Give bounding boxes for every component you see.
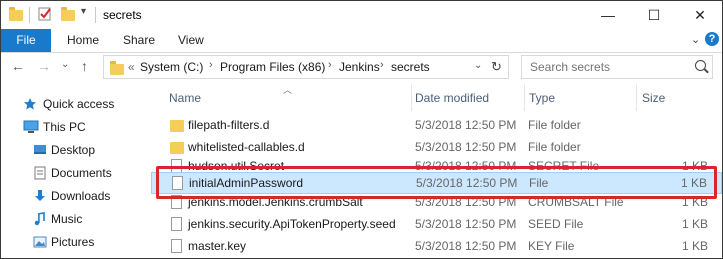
- file-row[interactable]: master.key 5/3/2018 12:50 PM KEY File 1 …: [151, 235, 722, 257]
- chevron-right-icon[interactable]: ›: [209, 59, 213, 71]
- tab-home[interactable]: Home: [67, 29, 99, 52]
- divider: [29, 7, 30, 23]
- nav-item-quick-access[interactable]: Quick access: [1, 93, 151, 115]
- chevron-down-icon[interactable]: ⌄: [474, 60, 482, 71]
- close-button[interactable]: ✕: [677, 1, 722, 29]
- chevron-right-icon[interactable]: ›: [328, 59, 332, 71]
- nav-item-desktop[interactable]: Desktop: [1, 139, 151, 161]
- star-icon: [23, 97, 37, 111]
- file-type: SEED File: [528, 217, 584, 231]
- maximize-button[interactable]: ☐: [631, 1, 677, 29]
- file-name: jenkins.security.ApiTokenProperty.seed: [188, 217, 396, 231]
- folder-icon: [170, 142, 184, 154]
- file-type: KEY File: [528, 239, 575, 253]
- help-icon[interactable]: ?: [705, 32, 719, 46]
- address-bar[interactable]: « System (C:) › Program Files (x86) › Je…: [103, 55, 509, 79]
- computer-icon: [23, 120, 39, 134]
- chevron-down-icon[interactable]: ⌄: [691, 33, 700, 46]
- column-header-date[interactable]: Date modified: [415, 91, 489, 105]
- back-arrow-icon[interactable]: ←: [11, 58, 25, 74]
- pictures-icon: [33, 235, 47, 249]
- column-divider[interactable]: [411, 85, 412, 111]
- up-arrow-icon[interactable]: ↑: [81, 58, 88, 74]
- documents-icon: [33, 166, 47, 180]
- nav-item-this-pc[interactable]: This PC: [1, 116, 151, 138]
- nav-item-pictures[interactable]: Pictures: [1, 231, 151, 253]
- column-header-name[interactable]: Name: [169, 91, 201, 105]
- search-icon: [695, 60, 706, 71]
- highlight-box: [156, 166, 717, 199]
- music-icon: [33, 212, 47, 226]
- file-date: 5/3/2018 12:50 PM: [415, 140, 517, 154]
- nav-item-downloads[interactable]: Downloads: [1, 185, 151, 207]
- breadcrumb-program-files[interactable]: Program Files (x86): [220, 60, 325, 74]
- file-name: whitelisted-callables.d: [188, 140, 305, 154]
- ribbon-tabs: File Home Share View ⌄ ?: [1, 29, 722, 53]
- chevron-right-icon[interactable]: ›: [380, 59, 384, 71]
- nav-item-documents[interactable]: Documents: [1, 162, 151, 184]
- file-icon: [171, 217, 182, 231]
- column-header-type[interactable]: Type: [529, 91, 555, 105]
- file-name: filepath-filters.d: [188, 118, 270, 132]
- breadcrumb-system[interactable]: System (C:): [140, 60, 203, 74]
- nav-item-label: Documents: [51, 166, 112, 180]
- nav-item-music[interactable]: Music: [1, 208, 151, 230]
- folder-icon: [170, 120, 184, 132]
- nav-item-label: This PC: [43, 120, 86, 134]
- minimize-button[interactable]: —: [585, 1, 631, 29]
- navigation-pane: Quick access This PC Desktop Documents D…: [1, 83, 151, 258]
- file-type: File folder: [528, 118, 581, 132]
- file-size: 1 KB: [681, 217, 708, 231]
- customize-toolbar-icon[interactable]: ▾: [81, 6, 86, 17]
- sort-ascending-icon: ︿: [283, 85, 293, 95]
- desktop-icon: [33, 143, 47, 157]
- folder-icon: [110, 61, 124, 75]
- address-row: ← → ⌄ ↑ « System (C:) › Program Files (x…: [1, 52, 722, 82]
- column-divider[interactable]: [524, 85, 525, 111]
- properties-icon[interactable]: [37, 6, 53, 25]
- column-header-size[interactable]: Size: [642, 91, 665, 105]
- tab-file[interactable]: File: [1, 29, 51, 52]
- column-divider[interactable]: [636, 85, 637, 111]
- divider: [95, 7, 96, 23]
- recent-locations-icon[interactable]: ⌄: [61, 59, 69, 70]
- nav-item-label: Downloads: [51, 189, 111, 203]
- file-name: master.key: [188, 239, 247, 253]
- file-type: File folder: [528, 140, 581, 154]
- breadcrumb-jenkins[interactable]: Jenkins: [339, 60, 380, 74]
- nav-item-label: Music: [51, 212, 83, 226]
- nav-item-label: Quick access: [43, 97, 115, 111]
- file-row[interactable]: jenkins.security.ApiTokenProperty.seed 5…: [151, 213, 722, 235]
- file-size: 1 KB: [681, 239, 708, 253]
- title-bar: ▾ secrets — ☐ ✕: [1, 1, 722, 29]
- search-box[interactable]: [521, 55, 713, 79]
- file-row[interactable]: filepath-filters.d 5/3/2018 12:50 PM Fil…: [151, 114, 722, 136]
- nav-item-label: Pictures: [51, 235, 95, 249]
- downloads-icon: [33, 189, 47, 203]
- search-input[interactable]: [528, 59, 692, 75]
- refresh-icon[interactable]: ↻: [491, 59, 502, 75]
- tab-share[interactable]: Share: [123, 29, 155, 52]
- nav-item-label: Desktop: [51, 143, 96, 157]
- breadcrumb-secrets[interactable]: secrets: [391, 60, 430, 74]
- file-explorer-window: ▾ secrets — ☐ ✕ File Home Share View ⌄ ?…: [0, 0, 723, 259]
- window-title: secrets: [103, 8, 142, 22]
- file-date: 5/3/2018 12:50 PM: [415, 118, 517, 132]
- overflow-crumb-icon[interactable]: «: [128, 60, 135, 74]
- file-icon: [171, 239, 182, 253]
- file-date: 5/3/2018 12:50 PM: [415, 217, 517, 231]
- file-date: 5/3/2018 12:50 PM: [415, 239, 517, 253]
- forward-arrow-icon[interactable]: →: [37, 58, 51, 74]
- tab-view[interactable]: View: [178, 29, 204, 52]
